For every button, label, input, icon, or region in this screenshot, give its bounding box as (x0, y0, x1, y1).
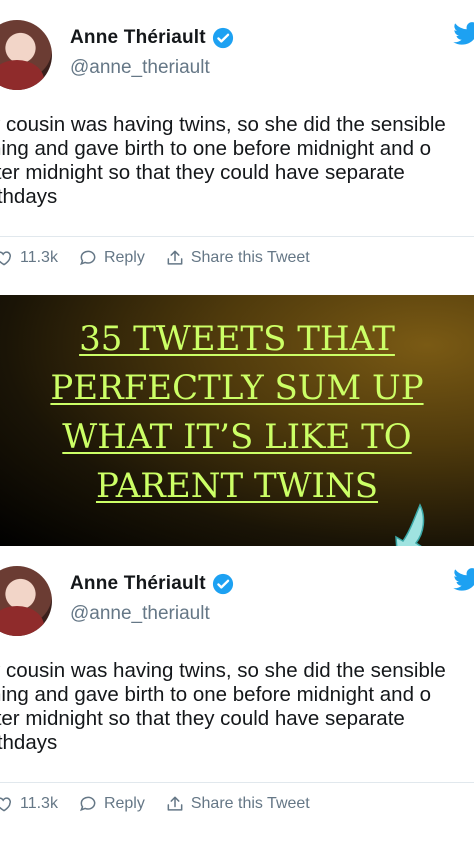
tweet-text-line: y cousin was having twins, so she did th… (0, 113, 446, 136)
headline[interactable]: 35 TWEETS THAT PERFECTLY SUM UP WHAT IT’… (0, 315, 474, 511)
like-count: 11.3k (20, 249, 58, 266)
tweet-text-line: ning and gave birth to one before midnig… (0, 683, 432, 706)
author-row: Anne Thériault (70, 25, 234, 51)
author-row: Anne Thériault (70, 571, 234, 597)
divider (0, 236, 474, 237)
share-label: Share this Tweet (190, 249, 310, 266)
headline-line: 35 TWEETS THAT (79, 319, 395, 359)
share-label: Share this Tweet (190, 795, 310, 812)
verified-badge-icon (212, 27, 233, 49)
reply-bubble-icon (79, 250, 96, 266)
tweet-card-bottom: Anne Thériault @anne_theriault y cousin … (0, 546, 474, 841)
twitter-bird-icon[interactable] (452, 564, 474, 594)
reply-label: Reply (103, 795, 145, 812)
heart-icon (0, 797, 11, 812)
author-name[interactable]: Anne Thériault (70, 573, 206, 595)
author-handle[interactable]: @anne_theriault (70, 57, 210, 79)
tweet-text-line: fter midnight so that they could have se… (0, 707, 405, 730)
headline-banner: 35 TWEETS THAT PERFECTLY SUM UP WHAT IT’… (0, 295, 474, 546)
tweet-text: y cousin was having twins, so she did th… (0, 113, 474, 209)
avatar[interactable] (0, 566, 52, 636)
tweet-actions: 11.3k Reply Share this Tweet (0, 792, 330, 816)
tweet-text-line: rthdays (0, 731, 58, 754)
reply-bubble-icon (79, 796, 96, 812)
author-handle[interactable]: @anne_theriault (70, 603, 210, 625)
like-button[interactable]: 11.3k (0, 248, 58, 268)
verified-badge-icon (212, 573, 233, 595)
like-count: 11.3k (20, 795, 58, 812)
heart-icon (0, 251, 11, 266)
tweet-card-top: Anne Thériault @anne_theriault y cousin … (0, 0, 474, 295)
reply-label: Reply (103, 249, 145, 266)
headline-line: PERFECTLY SUM UP (50, 368, 424, 408)
share-button[interactable]: Share this Tweet (165, 248, 310, 268)
share-icon (167, 250, 183, 265)
reply-button[interactable]: Reply (78, 794, 145, 814)
arrow-down-icon (395, 503, 425, 546)
twitter-bird-icon[interactable] (452, 18, 474, 48)
tweet-text-line: y cousin was having twins, so she did th… (0, 659, 446, 682)
reply-button[interactable]: Reply (78, 248, 145, 268)
tweet-text-line: ning and gave birth to one before midnig… (0, 137, 432, 160)
author-name[interactable]: Anne Thériault (70, 27, 206, 49)
share-button[interactable]: Share this Tweet (165, 794, 310, 814)
tweet-text-line: fter midnight so that they could have se… (0, 161, 405, 184)
divider (0, 782, 474, 783)
like-button[interactable]: 11.3k (0, 794, 58, 814)
tweet-actions: 11.3k Reply Share this Tweet (0, 246, 330, 270)
tweet-text-line: rthdays (0, 185, 58, 208)
headline-line: WHAT IT’S LIKE TO (62, 417, 412, 457)
share-icon (167, 796, 183, 811)
avatar[interactable] (0, 20, 52, 90)
tweet-text: y cousin was having twins, so she did th… (0, 659, 474, 755)
